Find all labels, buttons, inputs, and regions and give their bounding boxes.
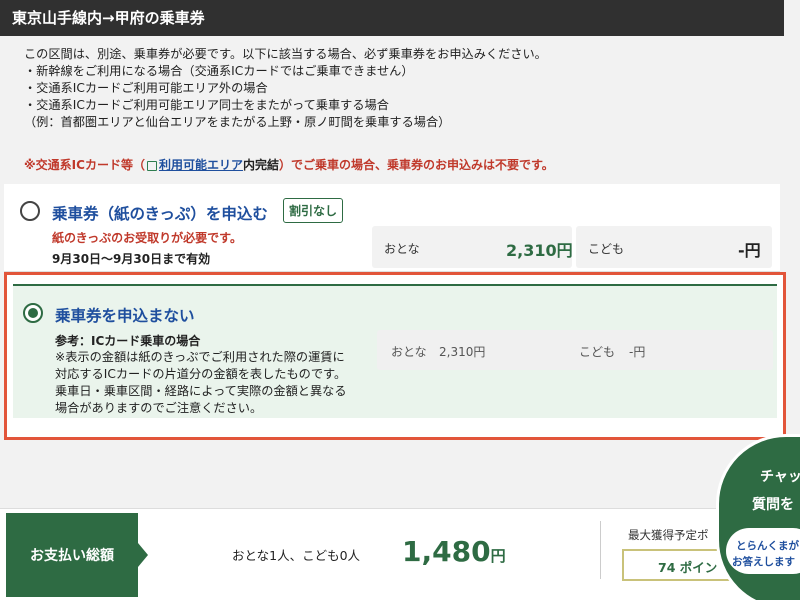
total-unit: 円 [490, 547, 506, 565]
payment-total-label: お支払い総額 [6, 513, 148, 597]
radio-paper-ticket[interactable] [20, 201, 40, 221]
total-amount: 1,480円 [402, 535, 506, 568]
adult-label: おとな [384, 242, 420, 256]
ic-price-box: おとな 2,310円 こども -円 [377, 330, 773, 370]
ic-note-mid: 内完結 [242, 158, 279, 172]
section-header: 東京山手線内→甲府の乗車券 [0, 0, 784, 36]
total-value: 1,480 [402, 535, 491, 568]
ic-note-suffix: ）でご乗車の場合、乗車券のお申込みは不要です。 [278, 158, 554, 172]
notice-line: （例：首都圏エリアと仙台エリアをまたがる上野・原ノ町間を乗車する場合） [24, 115, 451, 129]
spacer [0, 440, 800, 500]
child-label: こども [588, 242, 625, 256]
child-price: -円 [629, 345, 646, 359]
notice-line: ・交通系ICカードご利用可能エリア同士をまたがって乗車する場合 [24, 98, 389, 112]
ticket-page: 東京山手線内→甲府の乗車券 この区間は、別途、乗車券が必要です。以下に該当する場… [0, 0, 800, 600]
passenger-count: おとな1人、こども0人 [232, 548, 361, 563]
child-label: こども [579, 345, 616, 359]
child-price-box: こども -円 [576, 226, 772, 268]
option-no-ticket[interactable]: 乗車券を申込まない 参考：ICカード乗車の場合 ※表示の金額は紙のきっぷでご利用… [13, 284, 777, 418]
chat-subtitle[interactable]: 質問を [752, 494, 794, 514]
ic-note-prefix: ※交通系ICカード等（ [24, 158, 145, 172]
option-none-highlight: 乗車券を申込まない 参考：ICカード乗車の場合 ※表示の金額は紙のきっぷでご利用… [4, 272, 786, 440]
option-paper-ticket[interactable]: 乗車券（紙のきっぷ）を申込む 割引なし 紙のきっぷのお受取りが必要です。 9月3… [4, 184, 780, 272]
ic-reference-title: 参考：ICカード乗車の場合 [55, 334, 201, 348]
footer-divider [600, 521, 601, 579]
points-label: 最大獲得予定ポ [628, 528, 709, 542]
notice-line: ・新幹線をご利用になる場合（交通系ICカードではご乗車できません） [24, 64, 414, 78]
notice-text: この区間は、別途、乗車券が必要です。以下に該当する場合、必ず乗車券をお申込みくだ… [24, 46, 547, 131]
chat-title[interactable]: チャッ [760, 466, 800, 486]
adult-label: おとな [391, 345, 427, 359]
notice-line: ・交通系ICカードご利用可能エリア外の場合 [24, 81, 268, 95]
adult-price-box: おとな 2,310円 [372, 226, 573, 268]
option-paper-title[interactable]: 乗車券（紙のきっぷ）を申込む [52, 202, 268, 224]
ic-card-note: ※交通系ICカード等（ 利用可能エリア内完結）でご乗車の場合、乗車券のお申込みは不… [24, 156, 554, 173]
points-value: 74 ポイン [622, 549, 732, 581]
paper-ticket-note: 紙のきっぷのお受取りが必要です。 [52, 231, 242, 245]
no-discount-badge: 割引なし [283, 198, 344, 223]
adult-price: 2,310円 [439, 345, 486, 359]
child-price: -円 [738, 241, 761, 260]
radio-no-ticket[interactable] [23, 303, 43, 323]
payment-footer: お支払い総額 おとな1人、こども0人 1,480円 最大獲得予定ポ 74 ポイン [0, 508, 800, 600]
validity-period: 9月30日〜9月30日まで有効 [52, 252, 211, 266]
usable-area-link[interactable]: 利用可能エリア [159, 158, 243, 172]
notice-line: この区間は、別途、乗車券が必要です。以下に該当する場合、必ず乗車券をお申込みくだ… [24, 47, 547, 61]
adult-price: 2,310円 [506, 241, 573, 260]
external-link-icon [146, 160, 157, 171]
option-none-title[interactable]: 乗車券を申込まない [55, 304, 195, 326]
chat-mascot-line1: とらんくまが [736, 540, 799, 552]
chat-mascot-line2: お答えします [732, 556, 795, 568]
ic-reference-body: ※表示の金額は紙のきっぷでご利用された際の運賃に対応するICカードの片道分の金額… [55, 350, 347, 415]
